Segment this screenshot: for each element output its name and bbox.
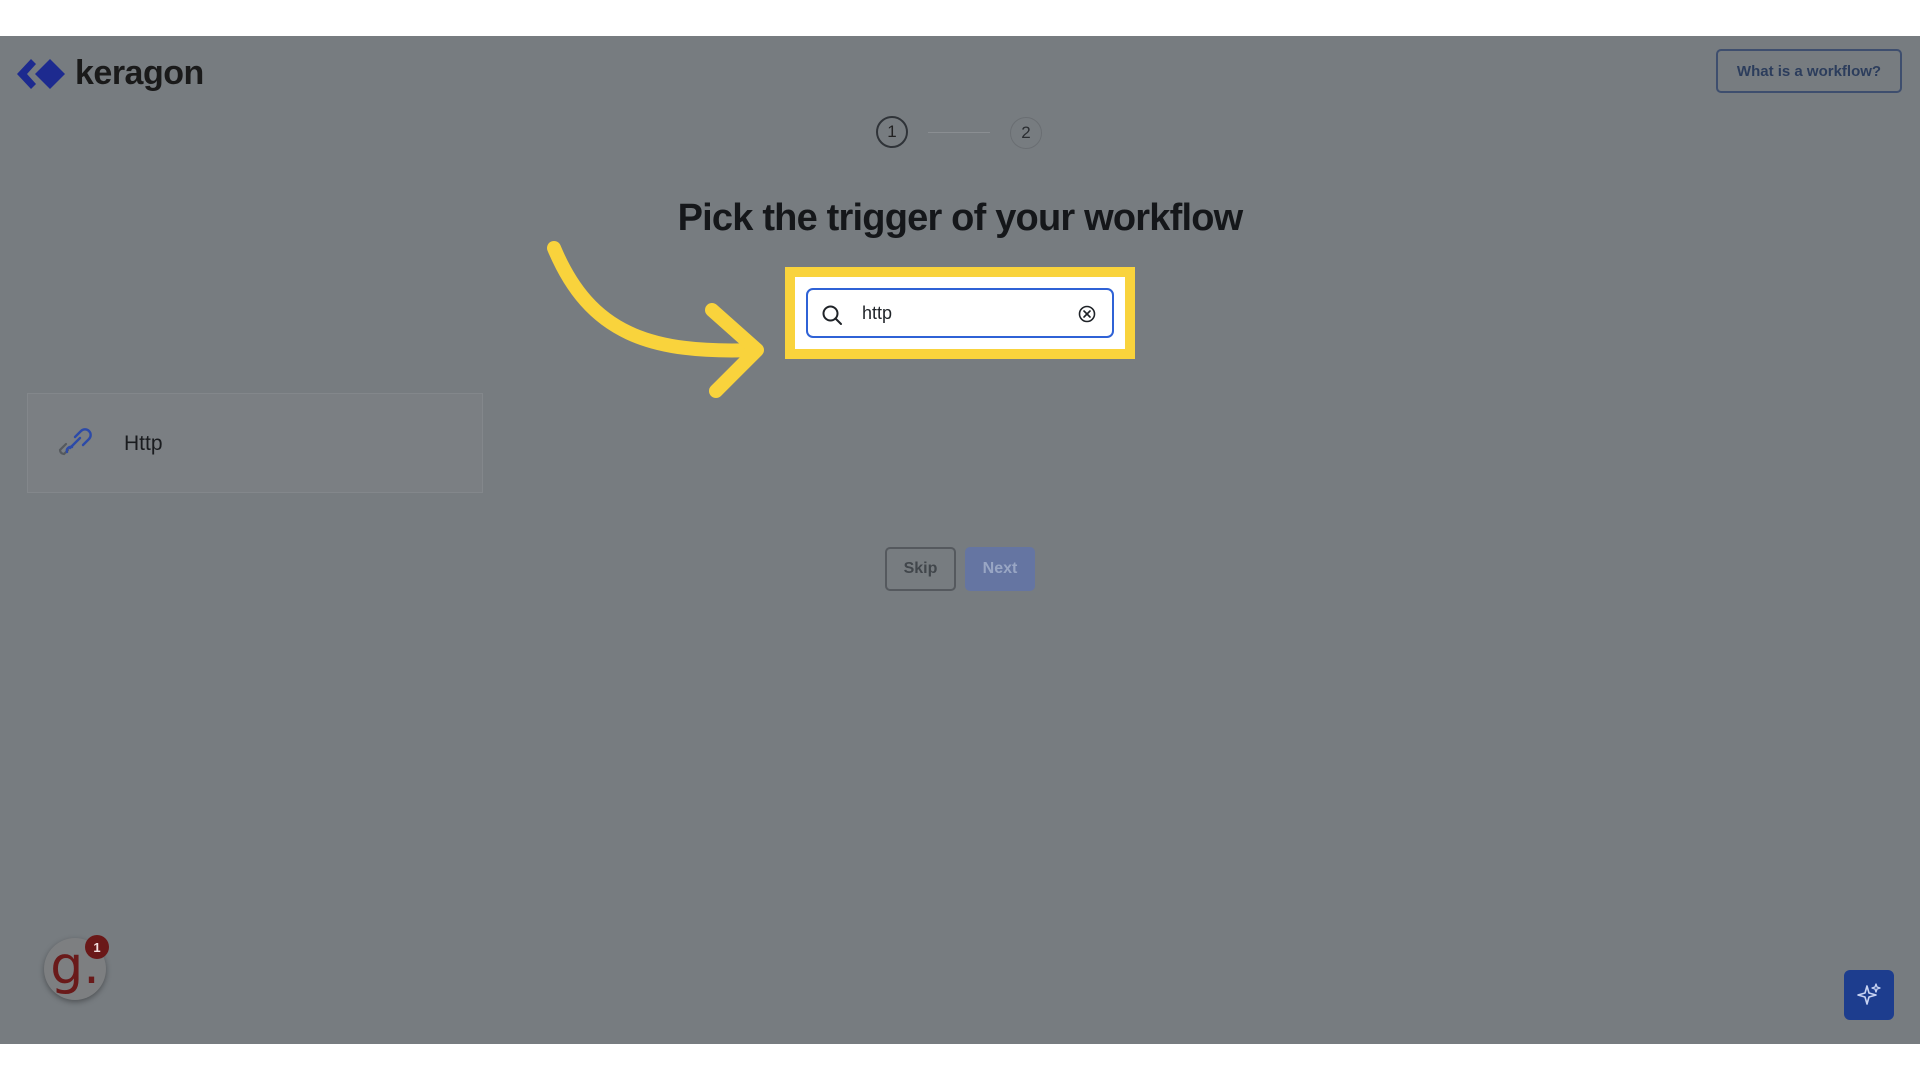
trigger-option-label: Http <box>124 432 163 455</box>
keragon-logo-icon <box>17 58 65 89</box>
link-icon <box>58 428 92 456</box>
ai-assistant-button[interactable] <box>1844 970 1894 1020</box>
search-highlight-frame: http <box>785 267 1135 359</box>
sparkles-icon <box>1857 983 1881 1005</box>
search-input[interactable]: http <box>806 288 1114 338</box>
step-indicator-2: 2 <box>1010 117 1042 149</box>
page-title: Pick the trigger of your workflow <box>677 197 1244 239</box>
logo-text: keragon <box>75 54 204 92</box>
search-highlight-inner: http <box>795 277 1125 349</box>
modal-overlay: keragon What is a workflow? 1 2 Pick the… <box>0 36 1920 1044</box>
what-is-workflow-button[interactable]: What is a workflow? <box>1716 49 1902 93</box>
skip-button[interactable]: Skip <box>885 547 956 591</box>
clear-search-icon[interactable] <box>1078 305 1096 323</box>
next-button[interactable]: Next <box>965 547 1035 591</box>
search-icon <box>822 305 842 325</box>
keragon-logo[interactable]: keragon <box>17 54 204 93</box>
step-connector <box>928 132 990 133</box>
step-indicator-1: 1 <box>876 116 908 148</box>
notification-badge: 1 <box>85 935 109 959</box>
search-value[interactable]: http <box>862 303 892 324</box>
pointer-arrow-icon <box>547 241 764 398</box>
trigger-option-http[interactable]: Http <box>27 393 483 493</box>
